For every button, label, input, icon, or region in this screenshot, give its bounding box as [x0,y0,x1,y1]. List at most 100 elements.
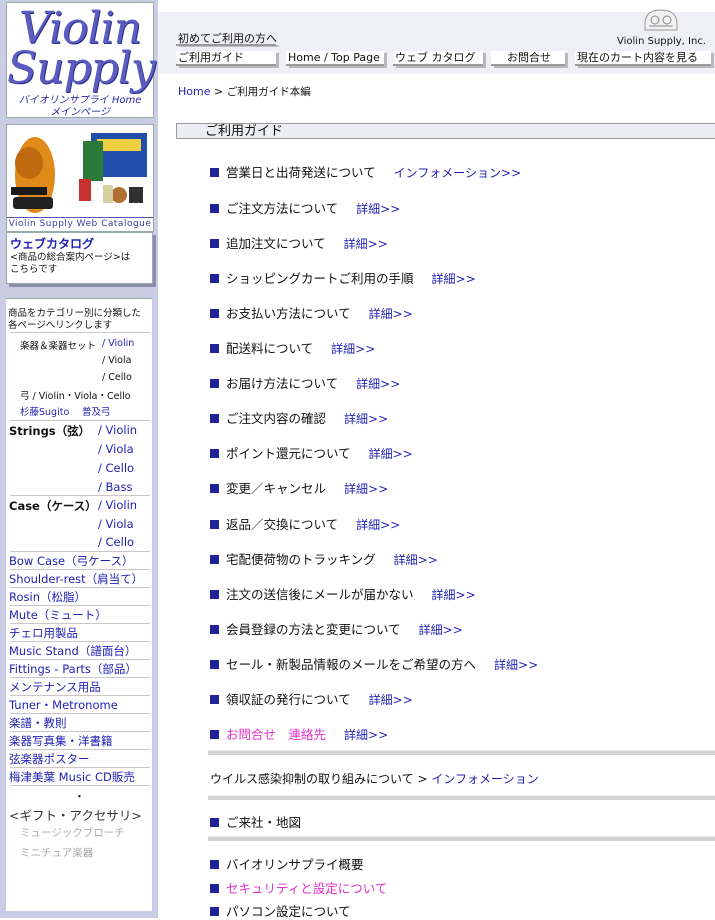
nav-link-fittings[interactable]: Fittings - Parts（部品） [9,661,137,677]
security-link[interactable]: セキュリティと設定について [226,881,387,896]
breadcrumb: Home > ご利用ガイド本編 [178,84,311,99]
visit-map-link[interactable]: ご来社・地図 [226,815,301,830]
details-link[interactable]: 詳細>> [432,588,476,602]
nav-gift-label[interactable]: <ギフト・アクセサリ> [9,805,142,824]
bullet-icon [210,449,219,458]
guide-item-newsletter: セール・新製品情報のメールをご希望の方へ 詳細>> [210,654,538,673]
nav-brooch[interactable]: ミュージックブローチ [20,825,125,840]
guide-item-contact: お問合せ 連絡先 詳細>> [210,724,388,743]
nav-case-violin[interactable]: / Violin [98,498,137,512]
bullet-icon [210,625,219,634]
details-link[interactable]: 詳細>> [344,237,388,251]
details-link[interactable]: 詳細>> [369,447,413,461]
view-cart-button[interactable]: 現在のカート内容を見る [575,51,711,66]
details-link[interactable]: 詳細>> [394,553,438,567]
nav-link-sheet-music[interactable]: 楽譜・教則 [9,715,67,731]
details-link[interactable]: 詳細>> [344,412,388,426]
nav-link-music-cd[interactable]: 梅津美葉 Music CD販売 [9,769,135,785]
nav-link-maintenance[interactable]: メンテナンス用品 [9,679,101,695]
site-logo[interactable]: Violin Supply バイオリンサプライ Home メインページ [6,2,156,118]
nav-link-tuner[interactable]: Tuner・Metronome [9,697,118,713]
guide-heading: ご利用ガイド [176,123,715,139]
nav-instruments-viola[interactable]: / Viola [102,355,131,366]
company-overview-link[interactable]: バイオリンサプライ概要 [226,857,364,872]
details-link[interactable]: 詳細>> [419,623,463,637]
home-button[interactable]: Home / Top Page [286,51,384,66]
nav-link-shoulder-rest[interactable]: Shoulder-rest（肩当て） [9,571,143,587]
divider [10,785,150,786]
web-catalog-title[interactable]: ウェブカタログ [10,235,152,252]
visit-map-item: ご来社・地図 [210,812,301,831]
details-link[interactable]: 詳細>> [369,307,413,321]
nav-case-label: Case（ケース） [9,499,97,513]
catalog-image[interactable]: Violin Supply Web Catalogue [6,124,154,232]
details-link[interactable]: 詳細>> [356,518,400,532]
breadcrumb-home[interactable]: Home [178,85,210,98]
details-link[interactable]: 詳細>> [344,728,388,742]
details-link[interactable]: 詳細>> [331,342,375,356]
nav-link-mute[interactable]: Mute（ミュート） [9,607,107,623]
nav-strings-bass[interactable]: / Bass [98,480,132,494]
nav-strings-cello[interactable]: / Cello [98,461,134,475]
divider [10,731,150,732]
nav-miniature[interactable]: ミニチュア楽器 [20,845,93,860]
nav-case-cello[interactable]: / Cello [98,535,134,549]
nav-link-music-stand[interactable]: Music Stand（譜面台） [9,643,136,659]
guide-item-tracking: 宅配便荷物のトラッキング 詳細>> [210,549,438,568]
guide-item-additional-order: 追加注文について 詳細>> [210,233,388,252]
nav-link-photo-books[interactable]: 楽器写真集・洋書籍 [9,733,113,749]
sidebar: Violin Supply バイオリンサプライ Home メインページ Viol… [0,0,158,918]
contact-button[interactable]: お問合せ [491,51,565,66]
violin-scroll-logo-icon [644,9,678,31]
details-link[interactable]: 詳細>> [356,202,400,216]
bullet-icon [210,590,219,599]
guide-item-order-method: ご注文方法について 詳細>> [210,198,400,217]
security-item: セキュリティと設定について [210,878,387,897]
nav-case-viola[interactable]: / Viola [98,517,134,531]
bullet-icon [210,730,219,739]
details-link[interactable]: 詳細>> [432,272,476,286]
nav-link-cello-products[interactable]: チェロ用製品 [9,625,78,641]
divider [10,551,150,552]
nav-bow-fukyu[interactable]: 普及弓 [82,404,111,418]
nav-strings-violin[interactable]: / Violin [98,423,137,437]
nav-instruments-violin[interactable]: / Violin [102,338,134,349]
nav-link-bow-case[interactable]: Bow Case（弓ケース） [9,553,134,569]
bullet-icon [210,414,219,423]
pc-settings-link[interactable]: パソコン設定について [226,904,351,919]
divider [10,749,150,750]
guide-button[interactable]: ご利用ガイド [176,51,276,66]
details-link[interactable]: 詳細>> [494,658,538,672]
contact-link[interactable]: お問合せ 連絡先 [226,727,326,742]
nav-link-posters[interactable]: 弦楽器ポスター [9,751,90,767]
breadcrumb-current: ご利用ガイド本編 [226,86,311,98]
web-catalog-box[interactable]: ウェブカタログ <商品の総合案内ページ>は こちらです [6,232,153,284]
catalog-banner: Violin Supply Web Catalogue [7,217,153,231]
bullet-icon [210,379,219,388]
info-link[interactable]: インフォメーション>> [394,166,522,180]
bullet-icon [210,239,219,248]
guide-item-returns: 返品／交換について 詳細>> [210,514,400,533]
details-link[interactable]: 詳細>> [344,482,388,496]
nav-bow-sugito[interactable]: 杉藤Sugito [20,404,69,418]
nav-strings-viola[interactable]: / Viola [98,442,134,456]
divider [10,587,150,588]
logo-main-page[interactable]: メインページ [7,103,153,118]
nav-instruments-cello[interactable]: / Cello [102,372,132,383]
virus-info-link[interactable]: インフォメーション [431,772,538,786]
guide-item-payment: お支払い方法について 詳細>> [210,303,413,322]
nav-instruments-label: 楽器＆楽器セット [20,341,97,352]
section-separator [208,836,715,841]
nav-bow-label[interactable]: 弓 / Violin・Viola・Cello [20,388,131,402]
category-nav: 商品をカテゴリー別に分類した 各ページへリンクします 楽器＆楽器セット / Vi… [6,298,152,911]
divider [10,695,150,696]
details-link[interactable]: 詳細>> [356,377,400,391]
divider [10,767,150,768]
pc-settings-item: パソコン設定について [210,901,351,920]
guide-item-cart-steps: ショッピングカートご利用の手順 詳細>> [210,268,476,287]
nav-link-rosin[interactable]: Rosin（松脂） [9,589,86,605]
web-catalog-button[interactable]: ウェブ カタログ [393,51,483,66]
guide-item-no-email: 注文の送信後にメールが届かない 詳細>> [210,584,476,603]
details-link[interactable]: 詳細>> [369,693,413,707]
bullet-icon [210,884,219,893]
